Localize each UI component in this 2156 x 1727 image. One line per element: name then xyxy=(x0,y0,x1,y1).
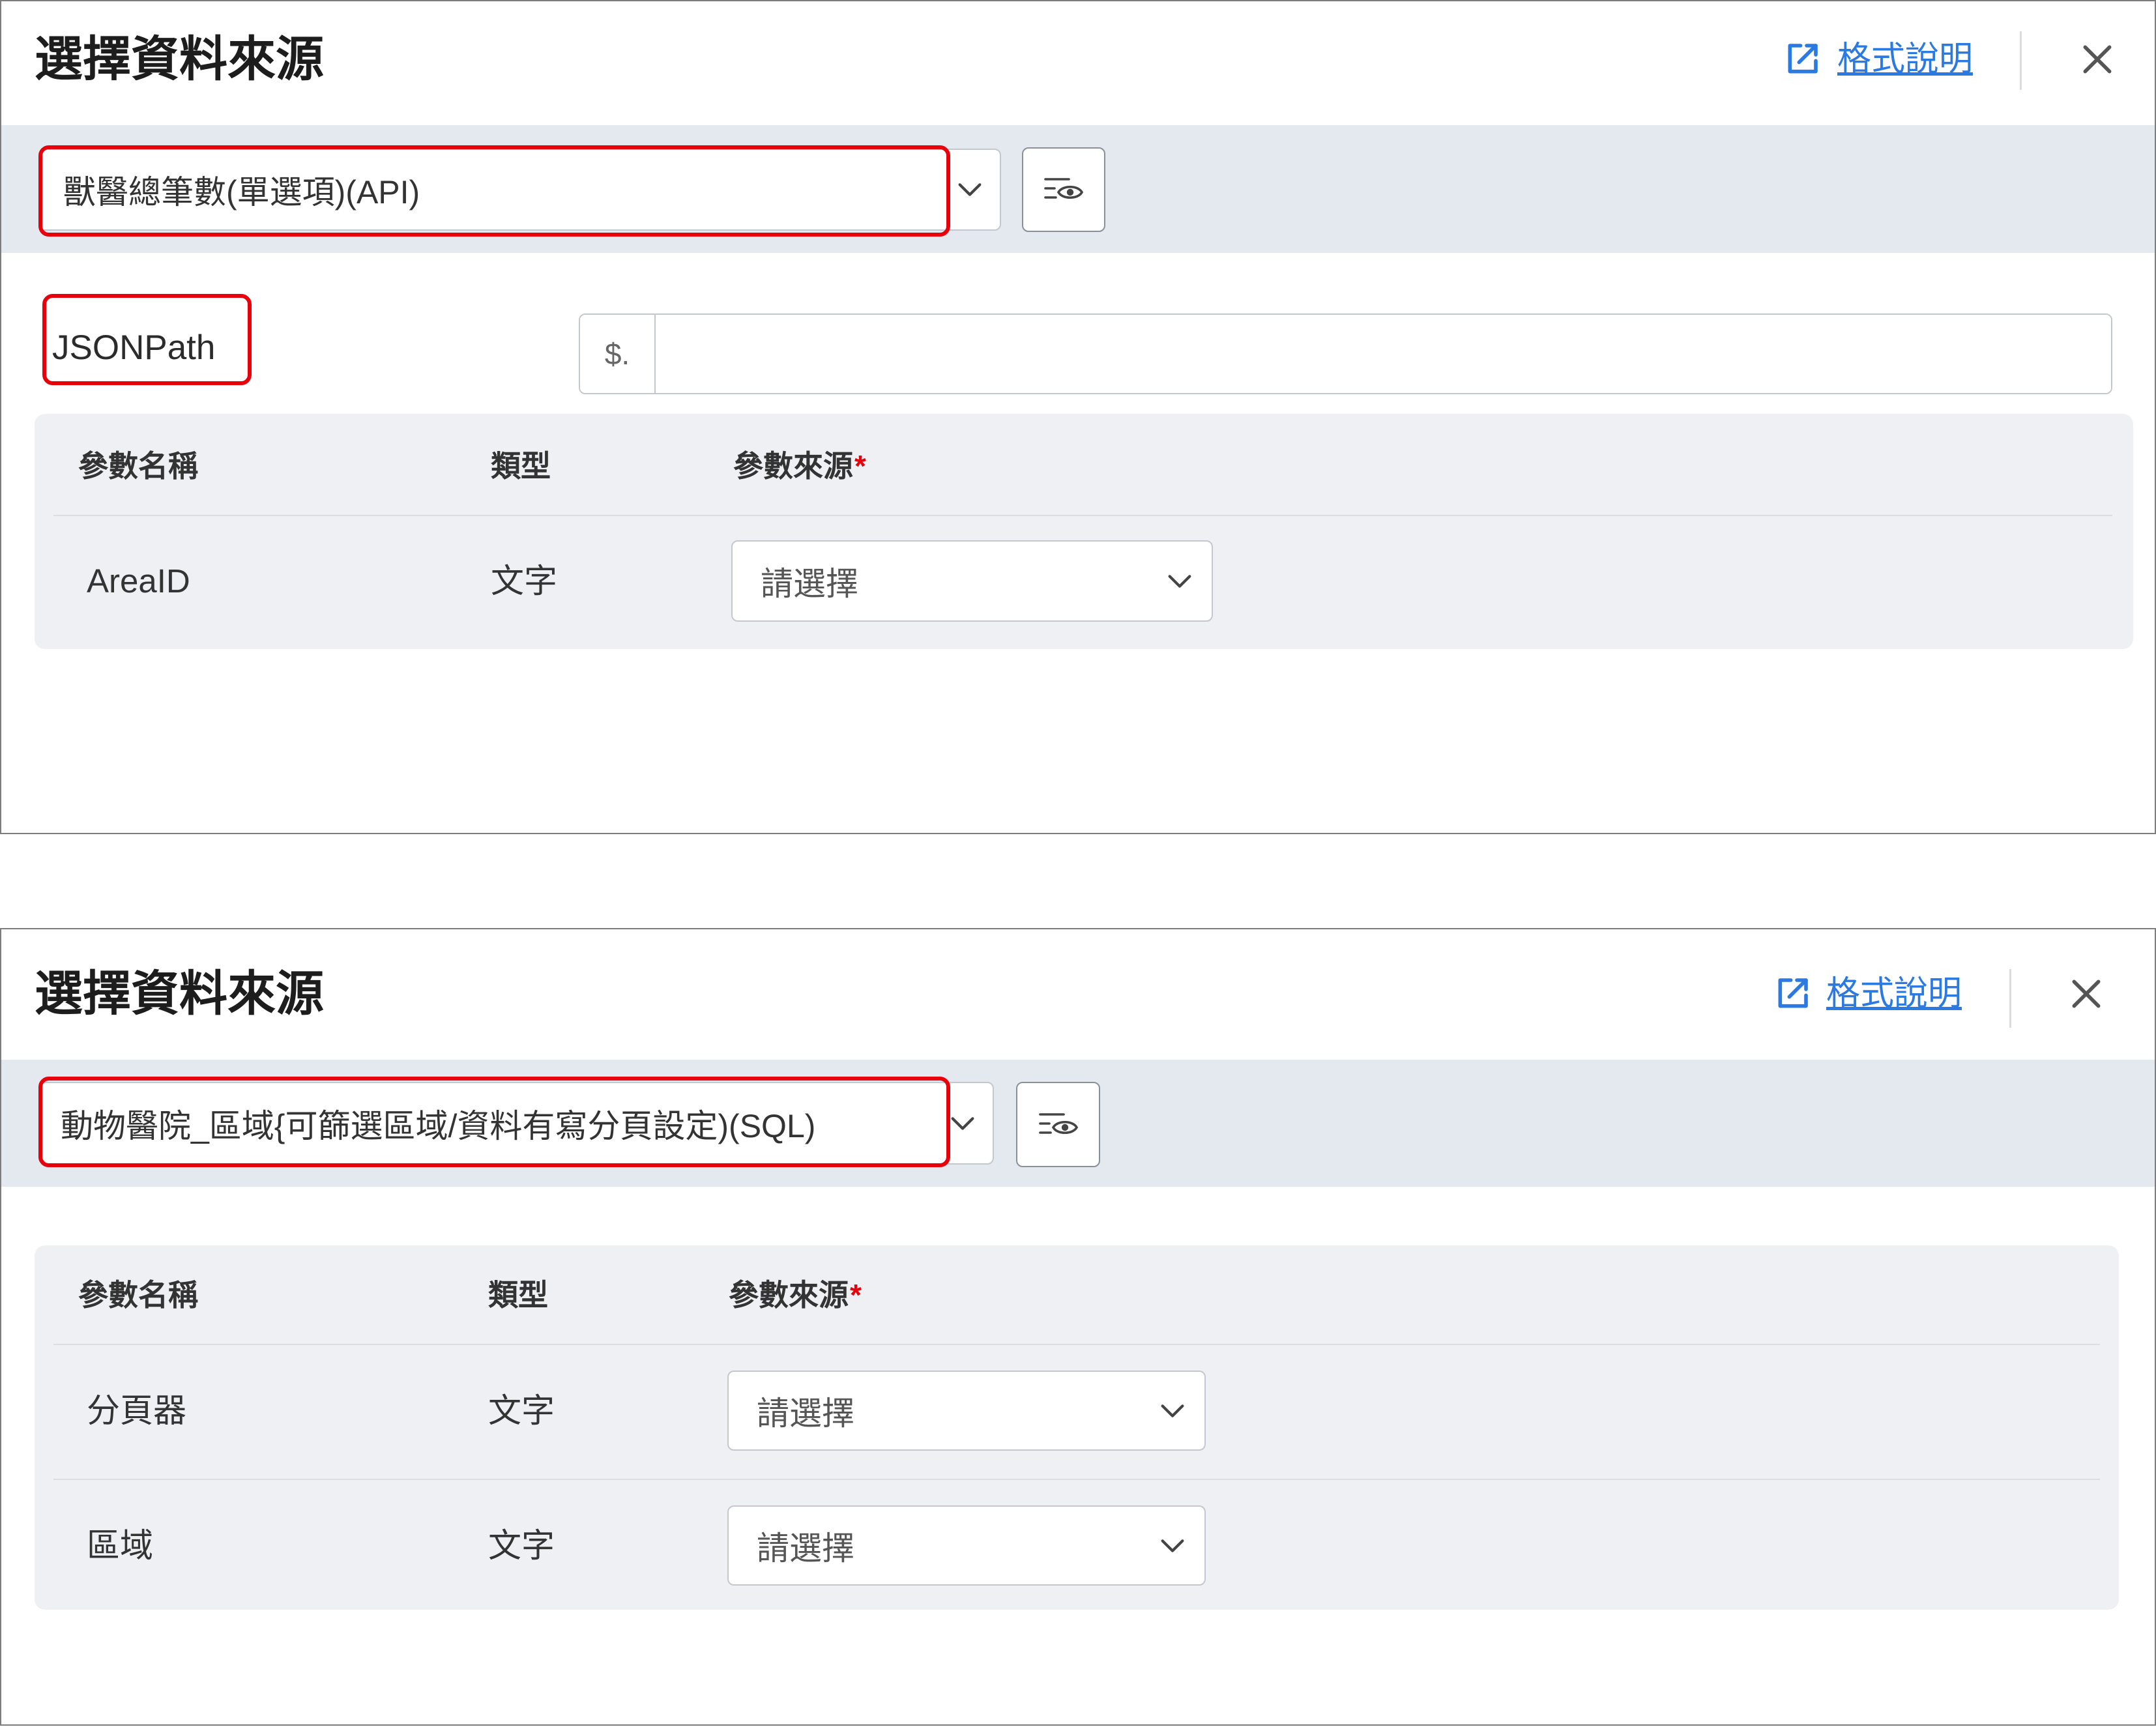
param-source-select[interactable]: 請選擇 xyxy=(727,1371,1206,1451)
chevron-down-icon xyxy=(1161,1539,1184,1552)
data-source-value: 獸醫總筆數(單選項)(API) xyxy=(63,174,420,210)
param-source-value: 請選擇 xyxy=(757,1395,854,1432)
header-param-source: 參數來源* xyxy=(733,440,866,492)
params-table: 參數名稱 類型 參數來源* 分頁器 文字 請選擇 區域 文字 請選擇 xyxy=(35,1245,2119,1610)
format-help-link-label[interactable]: 格式說明 xyxy=(1837,32,1973,87)
chevron-down-icon xyxy=(1168,574,1191,588)
chevron-down-icon xyxy=(1161,1404,1184,1417)
chevron-down-icon xyxy=(951,1116,974,1130)
dialog-title: 選擇資料來源 xyxy=(35,966,324,1021)
dialog-sql-source: 選擇資料來源 格式說明 動物醫院_區域{可篩選區域/資料有寫分頁設定)(SQL) xyxy=(0,928,2156,1726)
jsonpath-prefix: $. xyxy=(580,315,656,393)
header-type: 類型 xyxy=(488,1278,548,1312)
close-icon[interactable] xyxy=(2079,41,2116,78)
param-source-select[interactable]: 請選擇 xyxy=(727,1505,1206,1586)
header-param-name: 參數名稱 xyxy=(78,1278,198,1312)
param-source-value: 請選擇 xyxy=(757,1530,854,1567)
row-divider xyxy=(53,515,2112,516)
format-help-link[interactable]: 格式說明 xyxy=(1774,966,1962,1021)
table-row: AreaID 文字 請選擇 xyxy=(35,540,2133,622)
param-name: 區域 xyxy=(87,1527,154,1564)
required-asterisk: * xyxy=(850,1278,862,1312)
jsonpath-label: JSONPath xyxy=(52,328,216,367)
required-asterisk: * xyxy=(854,449,866,483)
jsonpath-input[interactable] xyxy=(656,315,2111,393)
param-name: AreaID xyxy=(87,562,190,600)
param-source-select[interactable]: 請選擇 xyxy=(731,540,1213,622)
preview-data-button[interactable] xyxy=(1022,147,1105,232)
header-param-source-label: 參數來源 xyxy=(733,449,853,483)
params-table: 參數名稱 類型 參數來源* AreaID 文字 請選擇 xyxy=(35,414,2133,649)
preview-data-button[interactable] xyxy=(1016,1082,1100,1167)
eye-filter-icon xyxy=(1038,1112,1078,1134)
row-divider xyxy=(53,1479,2100,1480)
external-link-icon xyxy=(1778,978,1808,1008)
header-type: 類型 xyxy=(491,449,551,483)
param-type: 文字 xyxy=(488,1527,555,1564)
dialog-api-source: 選擇資料來源 格式說明 獸醫總筆數(單選項)(API) JSONPath $. … xyxy=(0,0,2156,834)
data-source-value: 動物醫院_區域{可篩選區域/資料有寫分頁設定)(SQL) xyxy=(61,1107,816,1144)
external-link-icon xyxy=(1788,44,1818,74)
param-type: 文字 xyxy=(488,1392,555,1429)
data-source-select[interactable]: 動物醫院_區域{可篩選區域/資料有寫分頁設定)(SQL) xyxy=(38,1082,994,1165)
eye-filter-icon xyxy=(1044,178,1084,199)
dialog-title: 選擇資料來源 xyxy=(35,32,324,86)
header-param-source-label: 參數來源 xyxy=(729,1278,849,1312)
param-source-value: 請選擇 xyxy=(761,565,858,602)
jsonpath-input-group: $. xyxy=(579,313,2112,394)
param-name: 分頁器 xyxy=(87,1392,187,1429)
table-row: 分頁器 文字 請選擇 xyxy=(35,1371,2119,1451)
header-divider xyxy=(2009,969,2011,1028)
header-param-name: 參數名稱 xyxy=(78,449,198,483)
row-divider xyxy=(53,1344,2100,1345)
header-param-source: 參數來源* xyxy=(729,1269,862,1321)
table-row: 區域 文字 請選擇 xyxy=(35,1505,2119,1586)
format-help-link[interactable]: 格式說明 xyxy=(1784,32,1973,87)
chevron-down-icon xyxy=(958,183,982,196)
data-source-select[interactable]: 獸醫總筆數(單選項)(API) xyxy=(38,149,1001,231)
header-divider xyxy=(2020,31,2022,90)
close-icon[interactable] xyxy=(2068,976,2105,1012)
param-type: 文字 xyxy=(491,562,558,600)
format-help-link-label[interactable]: 格式說明 xyxy=(1826,966,1962,1021)
